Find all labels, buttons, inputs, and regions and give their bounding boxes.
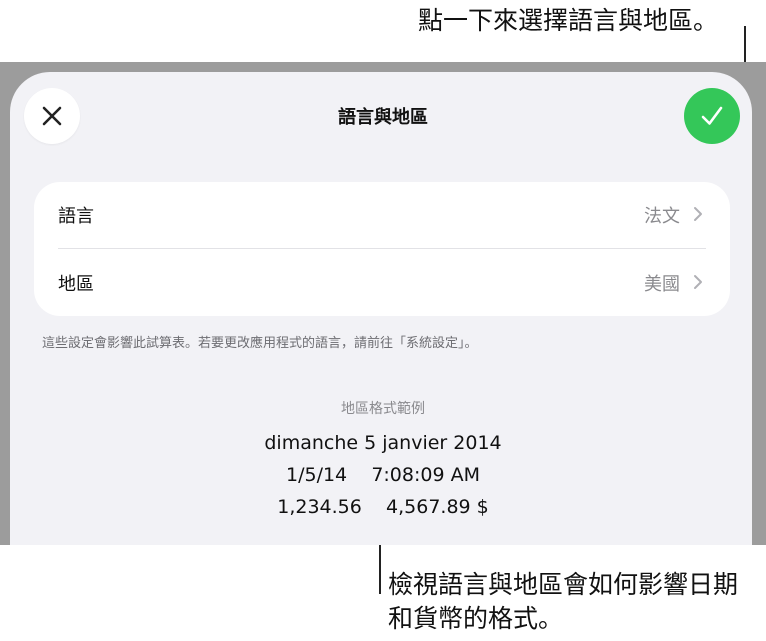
format-sample-title: 地區格式範例 — [341, 401, 425, 417]
settings-group: 語言 法文 地區 美國 — [34, 182, 730, 316]
close-icon — [42, 106, 62, 126]
done-button[interactable] — [684, 88, 740, 144]
region-row[interactable]: 地區 美國 — [34, 250, 730, 316]
region-value: 美國 — [644, 274, 680, 295]
sample-time: 7:08:09 AM — [371, 464, 480, 486]
chevron-right-icon — [694, 207, 702, 221]
language-value: 法文 — [644, 206, 680, 227]
callout-format-preview: 檢視語言與地區會如何影響日期和貨幣的格式。 — [388, 570, 739, 633]
sample-date-short: 1/5/14 — [285, 464, 348, 486]
callout-line-bottom — [379, 540, 381, 594]
checkmark-icon — [701, 106, 723, 125]
callout-select-language-region: 點一下來選擇語言與地區。 — [418, 6, 719, 35]
settings-note: 這些設定會影響此試算表。若要更改應用程式的語言，請前往「系統設定」。 — [42, 336, 478, 351]
language-row[interactable]: 語言 法文 — [34, 182, 730, 248]
sample-number-row: 1,234.56 4,567.89 $ — [150, 496, 616, 518]
sample-datetime-row: 1/5/14 7:08:09 AM — [150, 464, 616, 486]
sample-number: 1,234.56 — [277, 496, 362, 518]
region-label: 地區 — [58, 274, 94, 295]
chevron-right-icon — [694, 275, 702, 289]
row-divider — [58, 248, 706, 249]
close-button[interactable] — [24, 88, 80, 144]
sheet-title: 語言與地區 — [338, 107, 428, 128]
sample-currency: 4,567.89 $ — [386, 496, 489, 518]
language-label: 語言 — [58, 206, 94, 227]
sample-date-long: dimanche 5 janvier 2014 — [264, 432, 502, 454]
